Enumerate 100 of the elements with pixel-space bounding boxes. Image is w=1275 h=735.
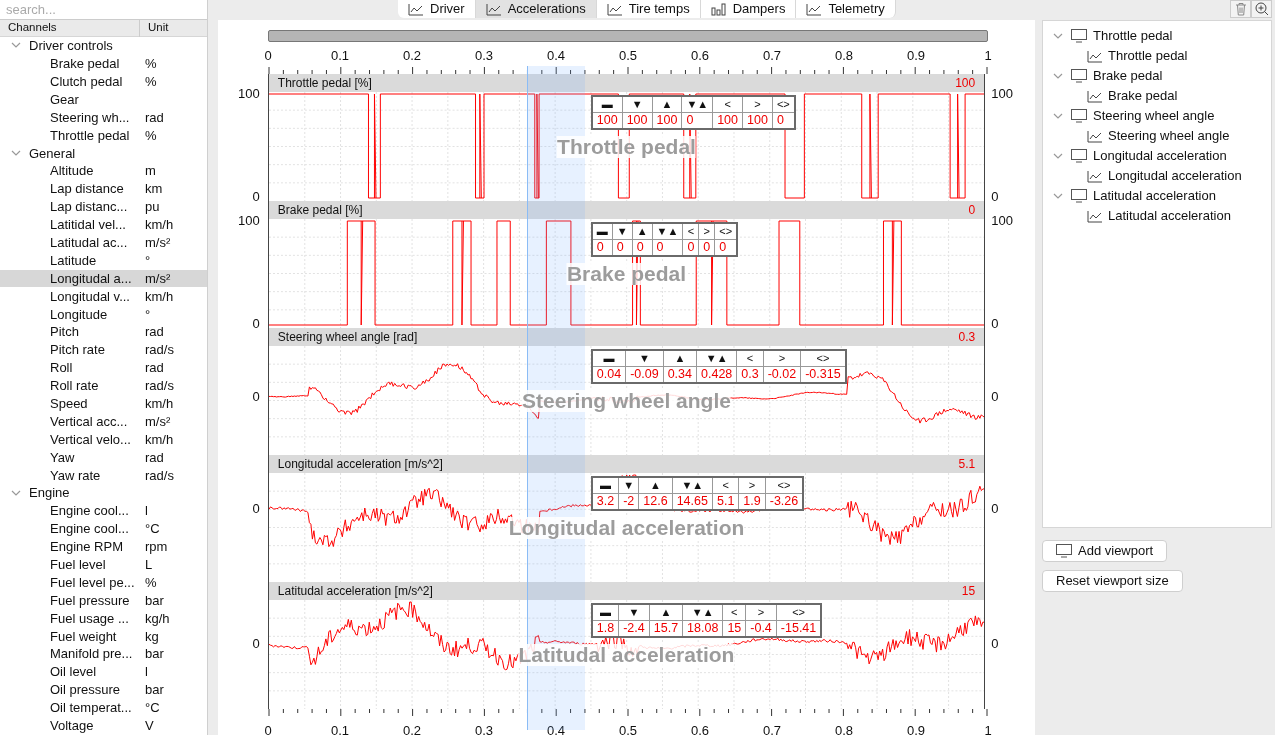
channel-row[interactable]: Latitidal vel... km/h	[0, 215, 207, 234]
channel-row[interactable]: Roll rate rad/s	[0, 376, 207, 395]
viewport-item[interactable]: Throttle pedal	[1043, 26, 1271, 46]
viewport-button[interactable]: Reset viewport size	[1042, 570, 1183, 592]
channel-row[interactable]: Lap distanc... pu	[0, 198, 207, 216]
axis-label: 0.5	[618, 48, 638, 63]
tab[interactable]: Driver	[398, 0, 476, 18]
channel-row[interactable]: Brake pedal %	[0, 54, 207, 73]
channel-row[interactable]: Engine cool... °C	[0, 520, 207, 538]
y-axis-label: 0	[252, 501, 260, 516]
y-axis-label: 100	[238, 87, 260, 102]
axis-label: 0	[264, 723, 272, 735]
tab[interactable]: Telemetry	[796, 0, 896, 18]
channel-row[interactable]: Fuel level L	[0, 555, 207, 574]
zoom-in-icon[interactable]	[1251, 0, 1272, 18]
channel-row[interactable]: Yaw rad	[0, 448, 207, 467]
channel-row[interactable]: Clutch pedal %	[0, 72, 207, 91]
axis-label: 1	[984, 48, 992, 63]
channel-row[interactable]: Engine RPM rpm	[0, 537, 207, 556]
channel-row[interactable]: Longitudal v... km/h	[0, 287, 207, 306]
channel-row[interactable]: Manifold pre... bar	[0, 645, 207, 664]
channel-label: Throttle pedal	[1108, 47, 1188, 66]
channel-name: Manifold pre...	[49, 645, 134, 664]
axis-label: 0.6	[690, 723, 710, 735]
viewport-label: Steering wheel angle	[1093, 107, 1215, 126]
channel-name: Gear	[49, 90, 80, 109]
channel-row[interactable]: Fuel usage ... kg/h	[0, 609, 207, 628]
channel-item[interactable]: Brake pedal	[1043, 86, 1271, 106]
channel-unit: bar	[145, 591, 164, 610]
channel-item[interactable]: Throttle pedal	[1043, 46, 1271, 66]
channel-unit: rad/s	[145, 466, 174, 485]
channel-row[interactable]: Engine cool... l	[0, 502, 207, 521]
tree-group[interactable]: Engine	[0, 484, 207, 503]
channel-row[interactable]: Roll rad	[0, 359, 207, 377]
stat-header: ▬	[591, 350, 626, 367]
channel-row[interactable]: Voltage V	[0, 716, 207, 735]
viewport-button[interactable]: Add viewport	[1042, 540, 1168, 562]
tab[interactable]: Tire temps	[596, 0, 701, 18]
scrollbar[interactable]	[268, 30, 988, 42]
channel-row[interactable]: Speed km/h	[0, 394, 207, 413]
channel-unit: pu	[145, 198, 160, 217]
axis-label: 0.8	[834, 723, 854, 735]
line-chart-icon	[1087, 89, 1103, 103]
channel-row[interactable]: Latitudal ac... m/s²	[0, 233, 207, 252]
strip-title: Brake pedal [%]	[277, 202, 363, 219]
channel-row[interactable]: Fuel level pe... %	[0, 573, 207, 592]
channel-row[interactable]: Steering wh... rad	[0, 108, 207, 127]
stat-header: ▲	[638, 477, 673, 494]
channel-unit: m/s²	[145, 234, 171, 252]
line-chart-icon	[1087, 49, 1103, 63]
stat-header: >	[742, 96, 773, 113]
channel-row[interactable]: Longitudal a... m/s²	[0, 269, 207, 288]
axis-label: 0.9	[906, 723, 926, 735]
channel-row[interactable]: Oil pressure bar	[0, 681, 207, 699]
channel-name: Roll rate	[49, 377, 100, 396]
channel-row[interactable]: Gear	[0, 90, 207, 109]
channel-row[interactable]: Fuel pressure bar	[0, 591, 207, 610]
channel-name: Steering wh...	[49, 108, 131, 127]
stat-header: ▲	[649, 604, 683, 621]
channel-row[interactable]: Latitude °	[0, 251, 207, 270]
trash-icon[interactable]	[1230, 0, 1251, 18]
channel-row[interactable]: Fuel weight kg	[0, 627, 207, 646]
channel-name: Roll	[49, 359, 74, 378]
tree-group[interactable]: General	[0, 144, 207, 163]
channel-row[interactable]: Oil temperat... °C	[0, 698, 207, 717]
channel-row[interactable]: Vertical velo... km/h	[0, 430, 207, 449]
channel-row[interactable]: Altitude m	[0, 162, 207, 181]
channel-row[interactable]: Oil level l	[0, 663, 207, 682]
channel-row[interactable]: Vertical acc... m/s²	[0, 412, 207, 431]
channel-item[interactable]: Steering wheel angle	[1043, 126, 1271, 146]
channel-label: Latitudal acceleration	[1108, 207, 1231, 226]
axis-label: 0.2	[402, 723, 422, 735]
channel-row[interactable]: Yaw rate rad/s	[0, 466, 207, 485]
channel-row[interactable]: Longitude °	[0, 305, 207, 324]
channel-name: Altitude	[49, 162, 95, 181]
tree-group[interactable]: Driver controls	[0, 37, 207, 55]
channel-unit: rad	[145, 108, 164, 127]
viewport-item[interactable]: Brake pedal	[1043, 66, 1271, 86]
channel-row[interactable]: Pitch rate rad/s	[0, 341, 207, 360]
strip-value: 0.3	[958, 329, 976, 346]
channel-name: Latitudal ac...	[49, 234, 129, 252]
viewport-item[interactable]: Steering wheel angle	[1043, 106, 1271, 126]
viewport-item[interactable]: Latitudal acceleration	[1043, 186, 1271, 206]
tab[interactable]: Accelerations	[475, 0, 597, 18]
line-chart-icon	[485, 2, 502, 16]
channel-unit: %	[145, 73, 157, 91]
y-axis-label: 0	[252, 189, 260, 204]
stat-header: ▼	[612, 223, 633, 240]
tab[interactable]: Dampers	[700, 0, 797, 18]
stat-header: ▼	[625, 350, 664, 367]
channel-row[interactable]: Throttle pedal %	[0, 126, 207, 145]
viewport-item[interactable]: Longitudal acceleration	[1043, 146, 1271, 166]
channel-item[interactable]: Latitudal acceleration	[1043, 206, 1271, 226]
channel-item[interactable]: Longitudal acceleration	[1043, 166, 1271, 186]
y-axis-label: 0	[252, 390, 260, 405]
channel-row[interactable]: Pitch rad	[0, 323, 207, 342]
strip-title: Throttle pedal [%]	[277, 75, 372, 92]
channel-row[interactable]: Lap distance km	[0, 180, 207, 198]
channel-unit: rad/s	[145, 341, 174, 360]
stat-header: ▬	[591, 223, 613, 240]
